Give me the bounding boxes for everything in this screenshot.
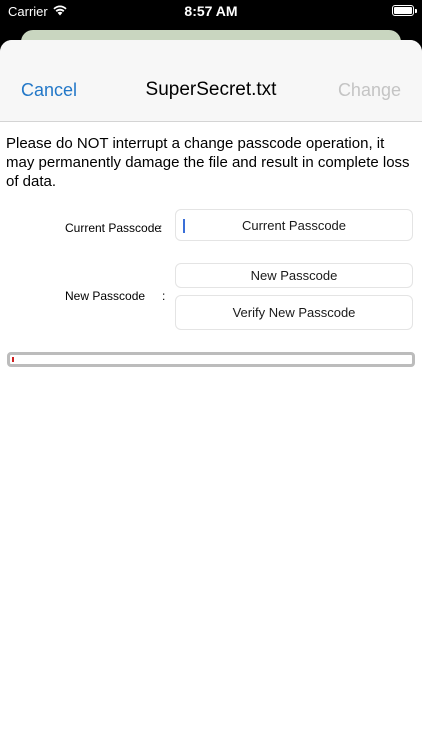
progress-bar xyxy=(7,352,415,367)
new-passcode-field[interactable] xyxy=(175,263,413,288)
new-passcode-label: New Passcode xyxy=(65,289,146,303)
battery-icon xyxy=(392,5,417,16)
change-passcode-sheet: Cancel SuperSecret.txt Change Please do … xyxy=(0,40,422,750)
current-passcode-label: Current Passcode xyxy=(65,221,162,235)
status-bar: Carrier 8:57 AM xyxy=(0,0,422,24)
verify-passcode-field[interactable] xyxy=(175,295,413,330)
current-passcode-colon: : xyxy=(159,221,163,235)
text-cursor xyxy=(183,219,185,233)
progress-fill xyxy=(12,357,14,362)
status-time: 8:57 AM xyxy=(184,3,238,19)
change-button[interactable]: Change xyxy=(338,80,401,101)
current-passcode-field[interactable] xyxy=(175,209,413,241)
warning-message: Please do NOT interrupt a change passcod… xyxy=(6,135,410,190)
navigation-bar: Cancel SuperSecret.txt Change xyxy=(0,40,422,122)
new-passcode-colon: : xyxy=(162,289,166,303)
